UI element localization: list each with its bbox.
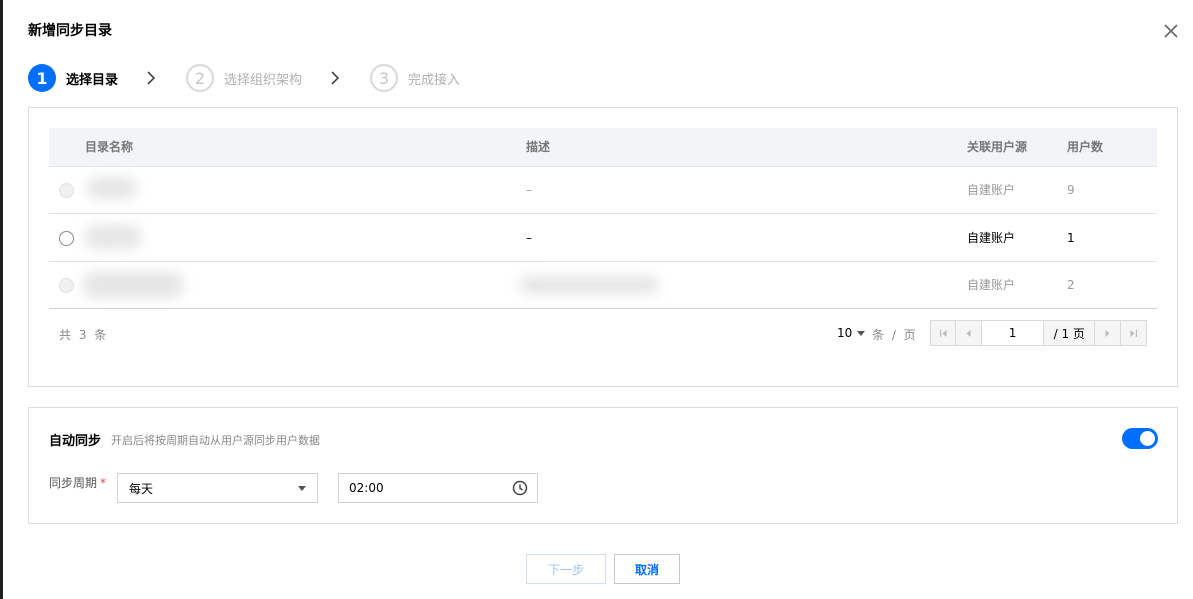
redacted-name: [87, 177, 137, 199]
redacted-name: [83, 272, 183, 298]
sync-cycle-select[interactable]: 每天: [117, 473, 318, 503]
total-pages: / 1 页: [1044, 321, 1096, 345]
sync-cycle-value: 每天: [129, 481, 154, 496]
page-size-select[interactable]: 10: [837, 326, 866, 340]
auto-sync-title: 自动同步: [49, 434, 102, 449]
table-row: 自建账户 2: [49, 262, 1157, 309]
per-page-label: 条 / 页: [872, 328, 918, 342]
directory-table-panel: 目录名称 描述 关联用户源 用户数 – 自建账户 9 – 自建账户 1 自建账户…: [28, 107, 1178, 387]
step-label: 完成接入: [408, 72, 461, 88]
caret-down-icon: [298, 486, 306, 491]
toggle-knob: [1140, 431, 1155, 446]
dialog-title: 新增同步目录: [28, 23, 112, 39]
window-edge: [0, 0, 3, 599]
cancel-button[interactable]: 取消: [614, 554, 680, 584]
table-header: 目录名称 描述 关联用户源 用户数: [49, 128, 1157, 167]
required-mark: *: [100, 476, 107, 490]
row-count: 9: [1067, 183, 1075, 197]
row-radio: [59, 278, 74, 293]
column-header-description: 描述: [526, 140, 551, 154]
column-header-source: 关联用户源: [967, 140, 1028, 154]
next-step-button[interactable]: 下一步: [526, 554, 606, 584]
sync-time-value: 02:00: [349, 481, 384, 495]
clock-icon: [512, 480, 528, 496]
step-select-org: 2 选择组织架构: [186, 64, 302, 92]
table-row[interactable]: – 自建账户 1: [49, 215, 1157, 262]
step-label: 选择目录: [66, 72, 119, 88]
row-description: –: [526, 231, 532, 245]
next-page-icon: [1105, 329, 1110, 337]
caret-down-icon: [857, 330, 866, 336]
total-count: 共 3 条: [59, 328, 109, 342]
page-size-value: 10: [837, 326, 853, 340]
close-icon[interactable]: [1162, 22, 1180, 40]
next-page-button[interactable]: [1095, 321, 1121, 345]
row-description: –: [526, 183, 532, 197]
row-source: 自建账户: [967, 183, 1016, 197]
column-header-count: 用户数: [1067, 140, 1104, 154]
step-select-directory: 1 选择目录: [28, 64, 118, 92]
last-page-icon: [1130, 329, 1137, 337]
auto-sync-toggle[interactable]: [1122, 428, 1158, 449]
chevron-right-icon: [147, 71, 156, 85]
row-radio: [59, 183, 74, 198]
step-number: 2: [186, 64, 215, 92]
prev-page-button[interactable]: [956, 321, 982, 345]
chevron-right-icon: [331, 71, 340, 85]
first-page-button[interactable]: [931, 321, 957, 345]
page-number-input[interactable]: 1: [981, 321, 1045, 345]
row-source: 自建账户: [967, 231, 1016, 245]
auto-sync-description: 开启后将按周期自动从用户源同步用户数据: [111, 434, 320, 447]
table-row: – 自建账户 9: [49, 167, 1157, 214]
auto-sync-panel: 自动同步 开启后将按周期自动从用户源同步用户数据 同步周期 * 每天 02:00: [28, 407, 1178, 524]
first-page-icon: [939, 329, 947, 337]
step-number: 3: [370, 64, 399, 92]
row-source: 自建账户: [967, 278, 1016, 292]
pagination: 1 / 1 页: [930, 320, 1147, 346]
sync-time-picker[interactable]: 02:00: [338, 473, 538, 503]
sync-cycle-label: 同步周期 *: [49, 474, 106, 491]
step-number: 1: [28, 64, 56, 92]
column-header-name: 目录名称: [85, 140, 134, 154]
last-page-button[interactable]: [1121, 321, 1146, 345]
step-label: 选择组织架构: [224, 72, 303, 88]
sync-cycle-label-text: 同步周期: [49, 476, 98, 490]
row-radio[interactable]: [59, 231, 74, 246]
redacted-name: [85, 225, 141, 249]
row-count: 1: [1067, 231, 1075, 245]
prev-page-icon: [966, 329, 971, 337]
row-count: 2: [1067, 278, 1075, 292]
stepper: 1 选择目录 2 选择组织架构 3 完成接入: [28, 64, 460, 92]
redacted-description: [519, 276, 659, 294]
step-complete: 3 完成接入: [370, 64, 460, 92]
